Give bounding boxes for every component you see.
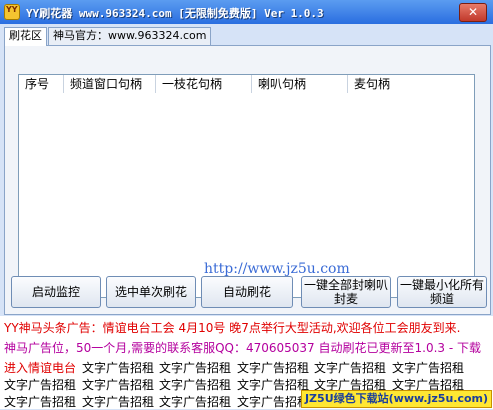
headline-ad[interactable]: YY神马头条广告：情谊电台工会 4月10号 晚7点举行大型活动,欢迎各位工会朋友… (4, 319, 460, 336)
single-flower-button[interactable]: 选中单次刷花 (106, 276, 196, 308)
auto-flower-button[interactable]: 自动刷花 (201, 276, 293, 308)
ad-placeholder[interactable]: 文字广告招租 (237, 393, 309, 410)
start-monitor-label: 启动监控 (31, 285, 80, 299)
ad-placeholder[interactable]: 文字广告招租 (392, 359, 464, 376)
ad-placeholder[interactable]: 文字广告招租 (159, 393, 231, 410)
single-flower-label: 选中单次刷花 (114, 285, 187, 299)
ad-placeholder[interactable]: 文字广告招租 (4, 393, 76, 410)
ad-lead-link[interactable]: 进入情谊电台 (4, 359, 76, 376)
title-bar[interactable]: YY刷花器 www.963324.com [无限制免费版] Ver 1.0.3 … (0, 0, 493, 24)
ad-placeholder[interactable]: 文字广告招租 (82, 376, 154, 393)
ad-placeholder[interactable]: 文字广告招租 (314, 359, 386, 376)
minimize-all-label: 一键最小化所有 频道 (400, 278, 484, 306)
ad-placeholder[interactable]: 文字广告招租 (82, 393, 154, 410)
ban-all-label-line2: 封麦 (333, 292, 358, 306)
window-title: YY刷花器 www.963324.com [无限制免费版] Ver 1.0.3 (26, 7, 324, 20)
ad-placeholder[interactable]: 文字广告招租 (237, 359, 309, 376)
ad-placeholder[interactable]: 文字广告招租 (159, 359, 231, 376)
minimize-all-label-line2: 频道 (429, 292, 454, 306)
close-button[interactable]: ✕ (459, 3, 487, 22)
auto-flower-label: 自动刷花 (222, 285, 271, 299)
column-header-index[interactable]: 序号 (19, 75, 64, 93)
app-icon (4, 4, 20, 20)
ad-placeholder[interactable]: 文字广告招租 (159, 376, 231, 393)
minimize-all-button[interactable]: 一键最小化所有 频道 (397, 276, 487, 308)
ad-placeholder[interactable]: 文字广告招租 (82, 359, 154, 376)
column-header-mic-handle[interactable]: 麦句柄 (348, 75, 474, 93)
minimize-all-label-line1: 一键最小化所有 (399, 278, 484, 292)
ad-placeholder[interactable]: 文字广告招租 (4, 376, 76, 393)
list-header: 序号 频道窗口句柄 一枝花句柄 喇叭句柄 麦句柄 (19, 75, 474, 93)
column-header-speaker-handle[interactable]: 喇叭句柄 (252, 75, 348, 93)
column-header-flower-handle[interactable]: 一枝花句柄 (156, 75, 252, 93)
ad-slot-info[interactable]: 神马广告位，50一个月,需要的联系客服QQ：470605037 自动刷花已更新至… (4, 339, 481, 356)
column-header-channel-handle[interactable]: 频道窗口句柄 (64, 75, 156, 93)
ad-placeholder[interactable]: 文字广告招租 (237, 376, 309, 393)
start-monitor-button[interactable]: 启动监控 (11, 276, 101, 308)
flower-panel: 序号 频道窗口句柄 一枝花句柄 喇叭句柄 麦句柄 http://www.jz5u… (4, 45, 491, 315)
tab-flower-area[interactable]: 刷花区 (4, 27, 47, 46)
ban-all-label: 一键全部封喇叭 封麦 (304, 278, 388, 306)
ban-all-label-line1: 一键全部封喇叭 (303, 278, 388, 292)
tab-official-site[interactable]: 神马官方：www.963324.com (48, 27, 212, 45)
jz5u-badge[interactable]: JZ5U绿色下载站(www.jz5u.com) (301, 390, 492, 408)
watermark-url: http://www.jz5u.com (204, 261, 350, 277)
handle-list[interactable]: 序号 频道窗口句柄 一枝花句柄 喇叭句柄 麦句柄 http://www.jz5u… (18, 74, 475, 298)
ban-all-button[interactable]: 一键全部封喇叭 封麦 (301, 276, 391, 308)
